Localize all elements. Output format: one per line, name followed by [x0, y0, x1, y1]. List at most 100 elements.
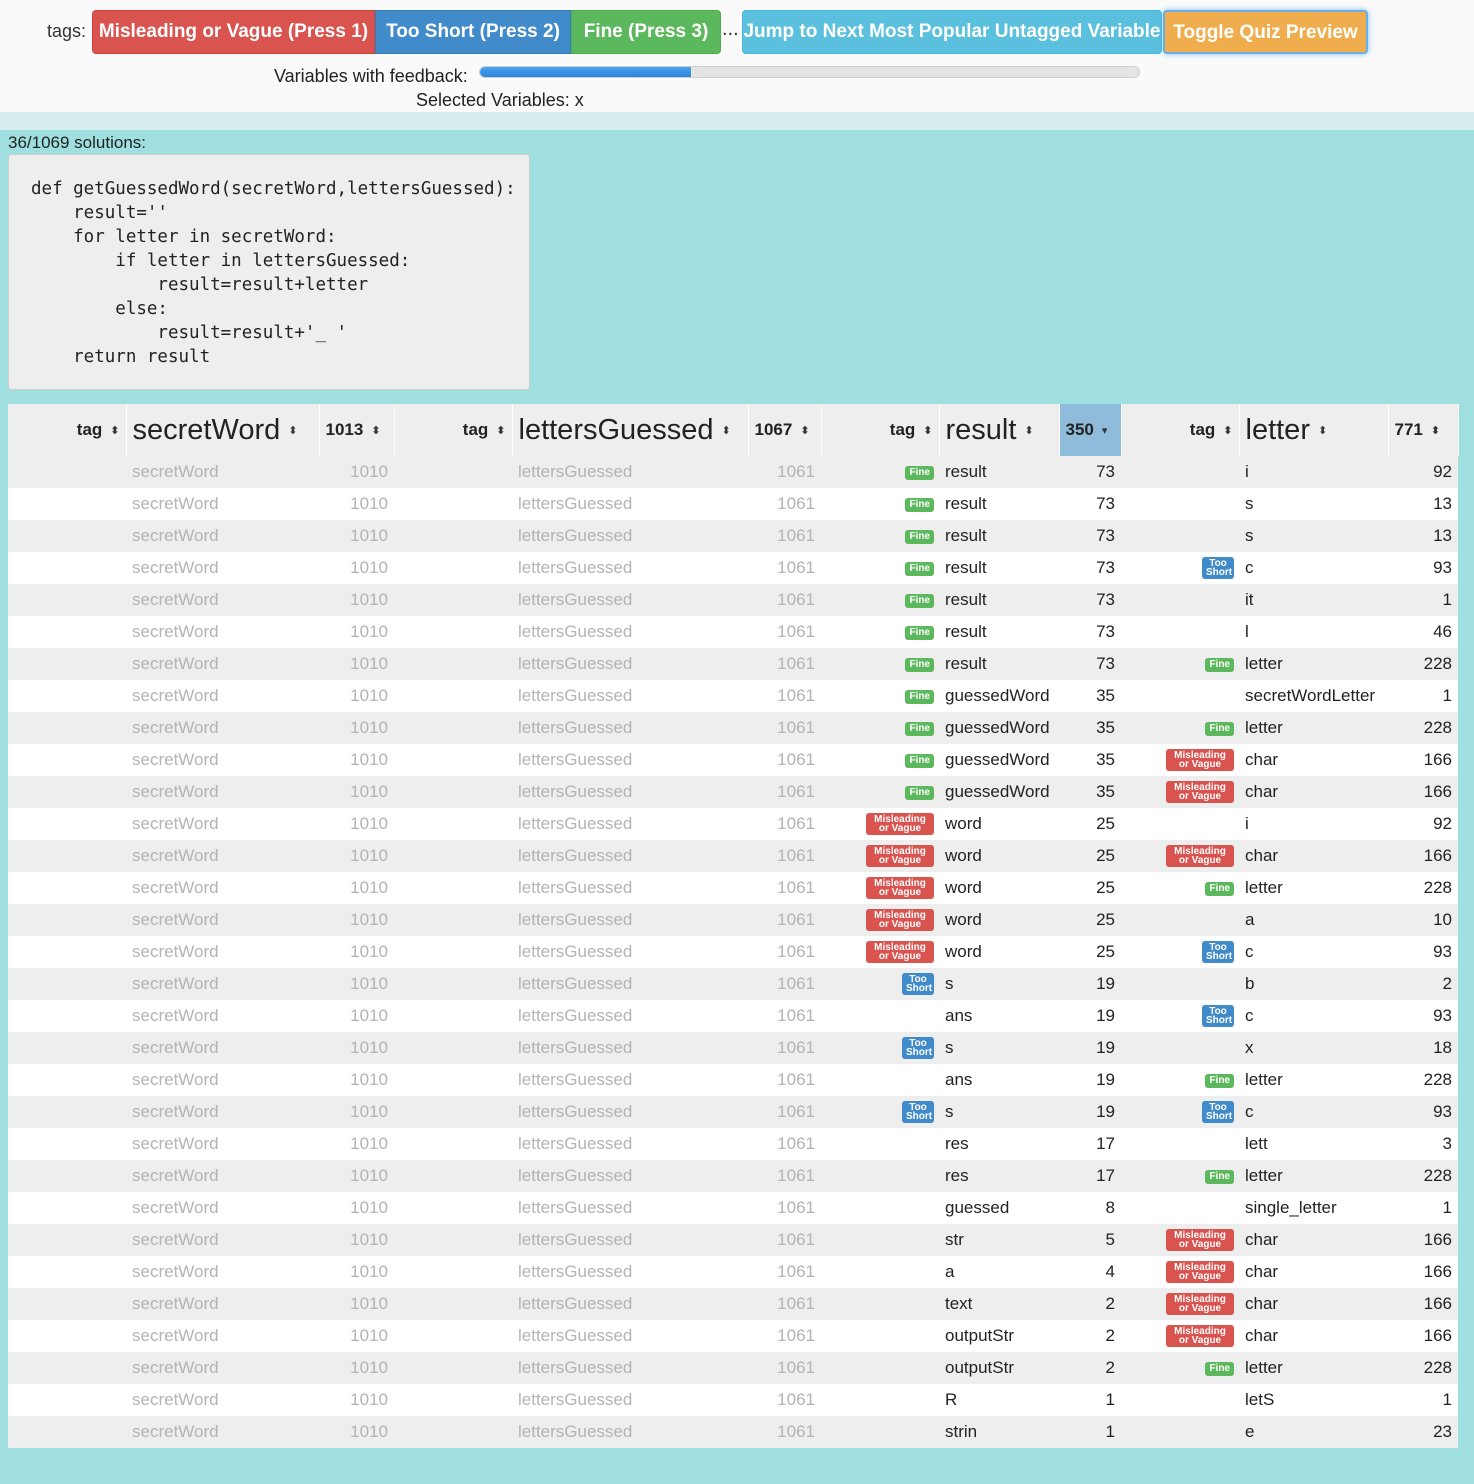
lettersguessed-cell[interactable]: lettersGuessed — [512, 680, 748, 712]
tag-cell[interactable] — [394, 776, 512, 808]
tag-cell[interactable] — [394, 840, 512, 872]
letter-tag-cell[interactable]: Misleading or Vague — [1121, 1320, 1239, 1352]
result-cell[interactable]: word — [939, 936, 1059, 968]
header-count-2[interactable]: 350 ▾ — [1059, 404, 1122, 456]
result-tag-cell[interactable]: Fine — [821, 776, 939, 808]
secretword-count-cell[interactable]: 1010 — [319, 520, 394, 552]
result-tag-cell[interactable]: Fine — [821, 584, 939, 616]
header-count-3[interactable]: 771 ⬍ — [1388, 404, 1459, 456]
lettersguessed-count-cell[interactable]: 1061 — [748, 968, 821, 1000]
result-tag-cell[interactable]: Too Short — [821, 968, 939, 1000]
letter-cell[interactable]: char — [1239, 1256, 1388, 1288]
result-count-cell[interactable]: 2 — [1059, 1288, 1121, 1320]
tag-cell[interactable] — [8, 616, 126, 648]
result-count-cell[interactable]: 73 — [1059, 584, 1121, 616]
secretword-cell[interactable]: secretWord — [126, 1160, 319, 1192]
lettersguessed-count-cell[interactable]: 1061 — [748, 1352, 821, 1384]
tag-cell[interactable] — [8, 1000, 126, 1032]
tag-cell[interactable] — [394, 1416, 512, 1448]
tag-cell[interactable] — [394, 680, 512, 712]
tag-cell[interactable] — [394, 648, 512, 680]
letter-cell[interactable]: c — [1239, 1000, 1388, 1032]
letter-tag-cell[interactable]: Fine — [1121, 872, 1239, 904]
secretword-cell[interactable]: secretWord — [126, 584, 319, 616]
result-count-cell[interactable]: 25 — [1059, 936, 1121, 968]
table-row[interactable]: secretWord 1010 lettersGuessed 1061 ans 19 Fin… — [8, 1064, 1458, 1096]
result-tag-cell[interactable] — [821, 1224, 939, 1256]
lettersguessed-count-cell[interactable]: 1061 — [748, 616, 821, 648]
letter-count-cell[interactable]: 93 — [1388, 936, 1458, 968]
tag-cell[interactable] — [8, 1128, 126, 1160]
secretword-cell[interactable]: secretWord — [126, 1288, 319, 1320]
table-row[interactable]: secretWord 1010 lettersGuessed 1061 Misleadi… — [8, 872, 1458, 904]
result-count-cell[interactable]: 19 — [1059, 1064, 1121, 1096]
result-cell[interactable]: result — [939, 616, 1059, 648]
letter-cell[interactable]: x — [1239, 1032, 1388, 1064]
result-cell[interactable]: word — [939, 904, 1059, 936]
letter-count-cell[interactable]: 166 — [1388, 1224, 1458, 1256]
letter-tag-cell[interactable] — [1121, 1416, 1239, 1448]
tag-cell[interactable] — [394, 1128, 512, 1160]
secretword-count-cell[interactable]: 1010 — [319, 648, 394, 680]
lettersguessed-count-cell[interactable]: 1061 — [748, 488, 821, 520]
lettersguessed-cell[interactable]: lettersGuessed — [512, 552, 748, 584]
secretword-count-cell[interactable]: 1010 — [319, 1160, 394, 1192]
lettersguessed-count-cell[interactable]: 1061 — [748, 648, 821, 680]
result-tag-cell[interactable]: Misleading or Vague — [821, 840, 939, 872]
result-tag-cell[interactable] — [821, 1064, 939, 1096]
table-row[interactable]: secretWord 1010 lettersGuessed 1061 Misleadi… — [8, 840, 1458, 872]
letter-tag-cell[interactable]: Fine — [1121, 1352, 1239, 1384]
tag-cell[interactable] — [394, 1352, 512, 1384]
misleading-or-vague-button[interactable]: Misleading or Vague (Press 1) — [92, 10, 375, 54]
lettersguessed-cell[interactable]: lettersGuessed — [512, 776, 748, 808]
letter-tag-cell[interactable]: Misleading or Vague — [1121, 1256, 1239, 1288]
letter-count-cell[interactable]: 228 — [1388, 1064, 1458, 1096]
lettersguessed-count-cell[interactable]: 1061 — [748, 840, 821, 872]
result-count-cell[interactable]: 1 — [1059, 1384, 1121, 1416]
secretword-count-cell[interactable]: 1010 — [319, 1288, 394, 1320]
lettersguessed-cell[interactable]: lettersGuessed — [512, 1096, 748, 1128]
result-cell[interactable]: guessedWord — [939, 712, 1059, 744]
letter-tag-cell[interactable]: Misleading or Vague — [1121, 1224, 1239, 1256]
tag-cell[interactable] — [8, 552, 126, 584]
lettersguessed-cell[interactable]: lettersGuessed — [512, 1224, 748, 1256]
result-cell[interactable]: ans — [939, 1064, 1059, 1096]
letter-count-cell[interactable]: 1 — [1388, 1384, 1458, 1416]
letter-cell[interactable]: l — [1239, 616, 1388, 648]
table-row[interactable]: secretWord 1010 lettersGuessed 1061 Fine resu… — [8, 616, 1458, 648]
secretword-cell[interactable]: secretWord — [126, 1256, 319, 1288]
result-cell[interactable]: text — [939, 1288, 1059, 1320]
tag-cell[interactable] — [8, 1192, 126, 1224]
lettersguessed-count-cell[interactable]: 1061 — [748, 776, 821, 808]
letter-cell[interactable]: s — [1239, 488, 1388, 520]
result-count-cell[interactable]: 73 — [1059, 488, 1121, 520]
result-tag-cell[interactable]: Fine — [821, 488, 939, 520]
table-row[interactable]: secretWord 1010 lettersGuessed 1061 Fine resu… — [8, 552, 1458, 584]
letter-tag-cell[interactable] — [1121, 1128, 1239, 1160]
result-cell[interactable]: result — [939, 520, 1059, 552]
letter-count-cell[interactable]: 10 — [1388, 904, 1458, 936]
letter-cell[interactable]: letter — [1239, 1352, 1388, 1384]
lettersguessed-cell[interactable]: lettersGuessed — [512, 616, 748, 648]
result-count-cell[interactable]: 35 — [1059, 776, 1121, 808]
secretword-count-cell[interactable]: 1010 — [319, 680, 394, 712]
letter-count-cell[interactable]: 228 — [1388, 872, 1458, 904]
table-row[interactable]: secretWord 1010 lettersGuessed 1061 Fine gues… — [8, 712, 1458, 744]
tag-cell[interactable] — [8, 1096, 126, 1128]
result-tag-cell[interactable]: Too Short — [821, 1032, 939, 1064]
result-tag-cell[interactable]: Fine — [821, 680, 939, 712]
secretword-cell[interactable]: secretWord — [126, 1000, 319, 1032]
result-cell[interactable]: word — [939, 872, 1059, 904]
secretword-cell[interactable]: secretWord — [126, 968, 319, 1000]
letter-cell[interactable]: char — [1239, 840, 1388, 872]
tag-cell[interactable] — [394, 1064, 512, 1096]
tag-cell[interactable] — [8, 1384, 126, 1416]
result-tag-cell[interactable]: Fine — [821, 552, 939, 584]
lettersguessed-count-cell[interactable]: 1061 — [748, 1416, 821, 1448]
table-row[interactable]: secretWord 1010 lettersGuessed 1061 R 1 letS 1 — [8, 1384, 1458, 1416]
lettersguessed-count-cell[interactable]: 1061 — [748, 1192, 821, 1224]
result-cell[interactable]: R — [939, 1384, 1059, 1416]
result-count-cell[interactable]: 17 — [1059, 1128, 1121, 1160]
result-count-cell[interactable]: 25 — [1059, 904, 1121, 936]
letter-tag-cell[interactable] — [1121, 1192, 1239, 1224]
